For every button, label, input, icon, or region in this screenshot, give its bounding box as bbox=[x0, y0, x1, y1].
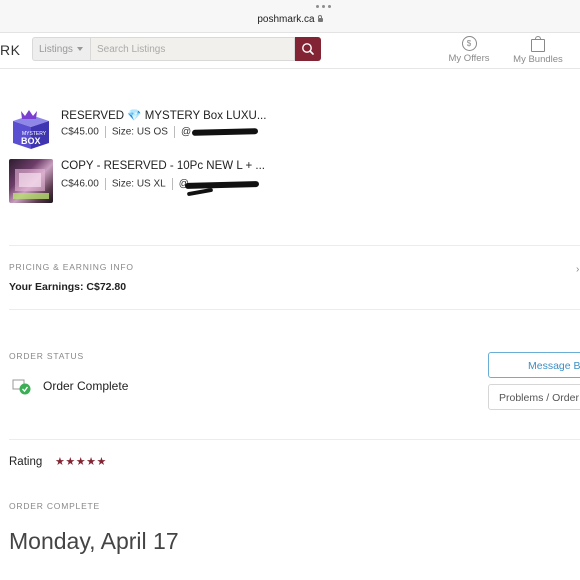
browser-url-bar[interactable]: poshmark.ca bbox=[0, 0, 580, 33]
search-input[interactable] bbox=[90, 37, 295, 61]
pricing-section-label: PRICING & EARNING INFO bbox=[9, 262, 134, 272]
offer-dollar-icon: $ bbox=[461, 36, 477, 51]
nav-my-bundles-label: My Bundles bbox=[513, 54, 563, 65]
your-earnings: Your Earnings: C$72.80 bbox=[9, 281, 127, 293]
divider bbox=[104, 178, 106, 190]
item-username[interactable]: @ bbox=[181, 127, 191, 138]
item-size: Size: US OS bbox=[111, 126, 168, 138]
item-title[interactable]: RESERVED 💎 MYSTERY Box LUXU... bbox=[61, 108, 266, 122]
section-divider bbox=[9, 245, 580, 246]
nav-my-offers-label: My Offers bbox=[448, 53, 490, 64]
order-status-label: ORDER STATUS bbox=[9, 351, 84, 361]
item-meta: C$46.00 Size: US XL @ bbox=[61, 178, 189, 190]
chevron-down-icon bbox=[76, 47, 83, 51]
search-button[interactable] bbox=[295, 37, 321, 61]
item-size: Size: US XL bbox=[111, 178, 166, 190]
item-price: C$45.00 bbox=[61, 126, 99, 138]
redaction-scribble bbox=[191, 128, 259, 136]
search-icon bbox=[302, 43, 314, 55]
problems-order-button[interactable]: Problems / Order bbox=[488, 384, 580, 410]
lock-icon bbox=[317, 15, 323, 22]
nav-my-offers[interactable]: $ My Offers bbox=[446, 36, 492, 64]
order-complete-label: ORDER COMPLETE bbox=[9, 501, 101, 511]
divider bbox=[104, 126, 106, 138]
nav-my-bundles[interactable]: My Bundles bbox=[510, 36, 566, 65]
bag-icon bbox=[531, 36, 545, 52]
rating-label: Rating bbox=[9, 456, 43, 468]
address-domain[interactable]: poshmark.ca bbox=[0, 14, 580, 25]
section-divider bbox=[9, 439, 580, 440]
redaction-scribble bbox=[186, 187, 214, 197]
divider bbox=[173, 126, 175, 138]
site-header: RK Listings $ My Offers My Bundles bbox=[0, 33, 580, 69]
mystery-box-image: MYSTERY BOX bbox=[13, 110, 49, 149]
domain-text: poshmark.ca bbox=[257, 14, 315, 25]
search-category-label: Listings bbox=[39, 44, 73, 55]
message-buyer-button[interactable]: Message B bbox=[488, 352, 580, 378]
section-divider bbox=[9, 309, 580, 310]
item-thumbnail[interactable]: MYSTERY BOX bbox=[9, 107, 53, 151]
order-complete-date: Monday, April 17 bbox=[9, 528, 179, 554]
search-category-dropdown[interactable]: Listings bbox=[32, 37, 90, 61]
item-thumbnail[interactable] bbox=[9, 159, 53, 203]
redaction-scribble bbox=[184, 181, 260, 189]
item-price: C$46.00 bbox=[61, 178, 99, 190]
search-bar: Listings bbox=[32, 37, 321, 61]
item-title[interactable]: COPY - RESERVED - 10Pc NEW L + ... bbox=[61, 160, 265, 172]
logo-fragment[interactable]: RK bbox=[0, 42, 20, 58]
rating-stars-icon: ★★★★★ bbox=[55, 456, 107, 468]
item-meta: C$45.00 Size: US OS @ bbox=[61, 126, 191, 138]
pricing-chevron-fragment[interactable]: › bbox=[576, 264, 579, 275]
order-status-text: Order Complete bbox=[43, 379, 129, 393]
more-dots-icon[interactable] bbox=[316, 5, 332, 9]
product-photo bbox=[13, 169, 49, 199]
order-complete-check-icon bbox=[12, 377, 31, 395]
divider bbox=[171, 178, 173, 190]
thumb-box-text: BOX bbox=[21, 136, 41, 146]
